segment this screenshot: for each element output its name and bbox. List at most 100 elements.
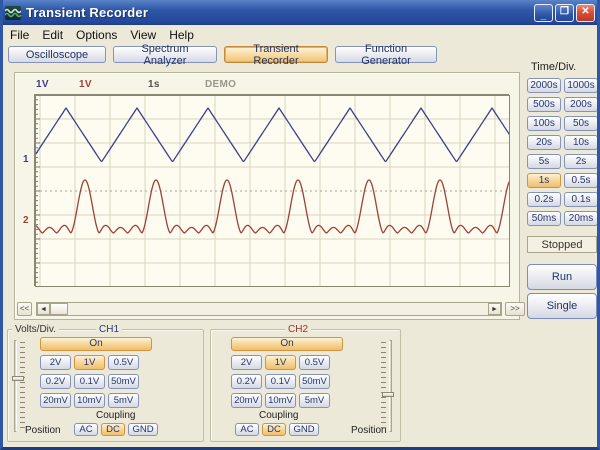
waveform-plot bbox=[34, 94, 509, 286]
waveform-icon bbox=[5, 6, 21, 20]
timediv-0.1s[interactable]: 0.1s bbox=[564, 192, 598, 207]
timediv-1000s[interactable]: 1000s bbox=[564, 78, 598, 93]
horizontal-scrollbar[interactable]: ◄ ► bbox=[36, 302, 502, 316]
ch1-title: CH1 bbox=[96, 324, 122, 335]
demo-mode-label: DEMO bbox=[205, 79, 236, 90]
ch1-position-label: Position bbox=[25, 425, 61, 436]
ch1-20mv[interactable]: 20mV bbox=[40, 393, 71, 408]
timediv-0.5s[interactable]: 0.5s bbox=[564, 173, 598, 188]
ch2-group: CH2 On 2V 1V 0.5V 0.2V 0.1V 50mV 20mV 10… bbox=[210, 329, 401, 442]
ch1-2v[interactable]: 2V bbox=[40, 355, 71, 370]
scroll-right-arrow-icon[interactable]: ► bbox=[488, 303, 501, 315]
timediv-1s[interactable]: 1s bbox=[527, 173, 561, 188]
slider-ticks bbox=[20, 342, 25, 430]
ch2-50mv[interactable]: 50mV bbox=[299, 374, 330, 389]
window-title: Transient Recorder bbox=[26, 5, 532, 20]
menu-options[interactable]: Options bbox=[76, 28, 117, 42]
scope-panel: 1V 1V 1s DEMO 1 2 << ◄ ► >> bbox=[14, 72, 520, 320]
ch1-position-slider[interactable] bbox=[12, 340, 26, 432]
single-button[interactable]: Single bbox=[527, 293, 597, 319]
ch2-position-slider[interactable] bbox=[380, 340, 394, 432]
voltsdiv-label: Volts/Div. bbox=[12, 324, 59, 335]
timediv-2000s[interactable]: 2000s bbox=[527, 78, 561, 93]
menu-view[interactable]: View bbox=[130, 28, 156, 42]
menu-edit[interactable]: Edit bbox=[42, 28, 63, 42]
ch2-2v[interactable]: 2V bbox=[231, 355, 262, 370]
ch1-50mv[interactable]: 50mV bbox=[108, 374, 139, 389]
ch1-on-button[interactable]: On bbox=[40, 337, 152, 351]
ch1-1v[interactable]: 1V bbox=[74, 355, 105, 370]
ch2-title: CH2 bbox=[285, 324, 311, 335]
ch1-0.5v[interactable]: 0.5V bbox=[108, 355, 139, 370]
ch1-scale-label: 1V bbox=[36, 79, 49, 90]
ch2-coupling-buttons: AC DC GND bbox=[235, 423, 319, 436]
slider-track bbox=[14, 340, 17, 432]
ch2-coupling-gnd[interactable]: GND bbox=[289, 423, 319, 436]
ch2-10mv[interactable]: 10mV bbox=[265, 393, 296, 408]
slider-track bbox=[389, 340, 392, 432]
ch1-coupling-gnd[interactable]: GND bbox=[128, 423, 158, 436]
minimize-icon[interactable]: _ bbox=[534, 4, 553, 22]
timediv-100s[interactable]: 100s bbox=[527, 116, 561, 131]
menu-file[interactable]: File bbox=[10, 28, 29, 42]
ch2-1v[interactable]: 1V bbox=[265, 355, 296, 370]
menu-help[interactable]: Help bbox=[169, 28, 194, 42]
app-window: Transient Recorder _ ❐ ✕ File Edit Optio… bbox=[0, 0, 600, 450]
time-scale-label: 1s bbox=[148, 79, 160, 90]
timediv-20s[interactable]: 20s bbox=[527, 135, 561, 150]
timediv-20ms[interactable]: 20ms bbox=[564, 211, 598, 226]
timediv-2s[interactable]: 2s bbox=[564, 154, 598, 169]
ch1-voltsdiv-buttons: 2V 1V 0.5V 0.2V 0.1V 50mV 20mV 10mV 5mV bbox=[40, 355, 139, 408]
timediv-buttons: 2000s 1000s 500s 200s 100s 50s 20s 10s 5… bbox=[527, 78, 599, 226]
ch1-10mv[interactable]: 10mV bbox=[74, 393, 105, 408]
menubar: File Edit Options View Help bbox=[3, 25, 597, 44]
timediv-10s[interactable]: 10s bbox=[564, 135, 598, 150]
tab-spectrum-analyzer[interactable]: Spectrum Analyzer bbox=[113, 46, 217, 63]
ch2-slider-thumb[interactable] bbox=[382, 392, 394, 397]
tab-oscilloscope[interactable]: Oscilloscope bbox=[8, 46, 106, 63]
timediv-200s[interactable]: 200s bbox=[564, 97, 598, 112]
waveform-svg bbox=[35, 95, 510, 287]
ch2-0.2v[interactable]: 0.2V bbox=[231, 374, 262, 389]
tab-function-generator[interactable]: Function Generator bbox=[335, 46, 437, 63]
ch1-coupling-dc[interactable]: DC bbox=[101, 423, 125, 436]
scroll-left-arrow-icon[interactable]: ◄ bbox=[37, 303, 50, 315]
ch2-scale-label: 1V bbox=[79, 79, 92, 90]
tab-transient-recorder[interactable]: Transient Recorder bbox=[224, 46, 328, 63]
ch1-group: Volts/Div. CH1 On 2V 1V 0.5V 0.2V 0.1V 5… bbox=[7, 329, 204, 442]
status-display: Stopped bbox=[527, 236, 597, 253]
mode-tabs: Oscilloscope Spectrum Analyzer Transient… bbox=[3, 44, 597, 67]
ch2-20mv[interactable]: 20mV bbox=[231, 393, 262, 408]
timediv-5s[interactable]: 5s bbox=[527, 154, 561, 169]
timediv-500s[interactable]: 500s bbox=[527, 97, 561, 112]
maximize-icon[interactable]: ❐ bbox=[555, 4, 574, 22]
ch2-marker: 2 bbox=[23, 215, 29, 226]
ch1-slider-thumb[interactable] bbox=[12, 376, 24, 381]
ch2-5mv[interactable]: 5mV bbox=[299, 393, 330, 408]
close-icon[interactable]: ✕ bbox=[576, 4, 595, 22]
slider-ticks bbox=[381, 342, 386, 430]
ch1-coupling-ac[interactable]: AC bbox=[74, 423, 98, 436]
titlebar: Transient Recorder _ ❐ ✕ bbox=[0, 0, 600, 25]
timediv-50ms[interactable]: 50ms bbox=[527, 211, 561, 226]
scrollbar-thumb[interactable] bbox=[50, 303, 68, 315]
run-button[interactable]: Run bbox=[527, 264, 597, 290]
ch1-marker: 1 bbox=[23, 154, 29, 165]
ch1-0.2v[interactable]: 0.2V bbox=[40, 374, 71, 389]
scroll-jump-left-button[interactable]: << bbox=[17, 302, 32, 316]
ch1-0.1v[interactable]: 0.1V bbox=[74, 374, 105, 389]
ch2-coupling-ac[interactable]: AC bbox=[235, 423, 259, 436]
ch1-coupling-label: Coupling bbox=[96, 410, 135, 421]
ch2-voltsdiv-buttons: 2V 1V 0.5V 0.2V 0.1V 50mV 20mV 10mV 5mV bbox=[231, 355, 330, 408]
ch2-on-button[interactable]: On bbox=[231, 337, 343, 351]
timediv-0.2s[interactable]: 0.2s bbox=[527, 192, 561, 207]
timediv-label: Time/Div. bbox=[531, 61, 600, 73]
ch1-5mv[interactable]: 5mV bbox=[108, 393, 139, 408]
timediv-50s[interactable]: 50s bbox=[564, 116, 598, 131]
ch1-coupling-buttons: AC DC GND bbox=[74, 423, 158, 436]
ch2-0.5v[interactable]: 0.5V bbox=[299, 355, 330, 370]
scroll-jump-right-button[interactable]: >> bbox=[505, 302, 525, 316]
scroll-row: << ◄ ► >> bbox=[17, 302, 519, 317]
ch2-0.1v[interactable]: 0.1V bbox=[265, 374, 296, 389]
ch2-coupling-dc[interactable]: DC bbox=[262, 423, 286, 436]
